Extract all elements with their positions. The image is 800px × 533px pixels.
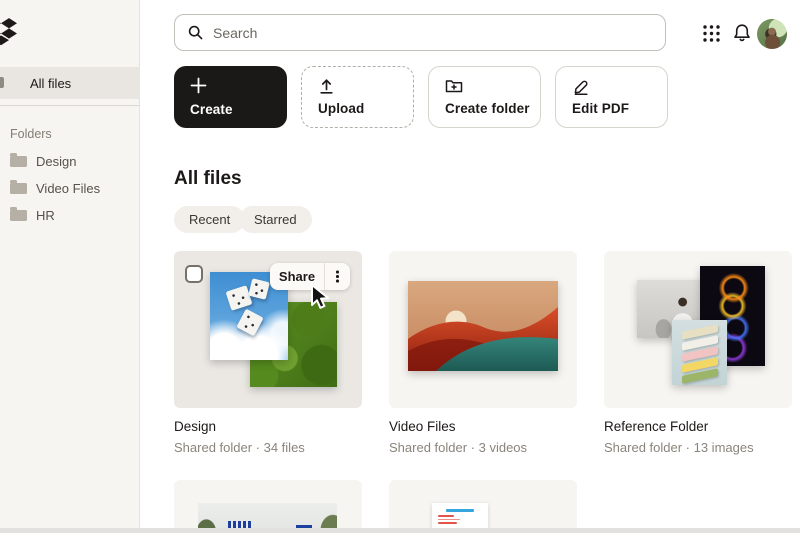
folder-card-partial-document[interactable] [389,480,577,528]
avatar[interactable] [757,19,787,49]
sidebar-item-all-files[interactable]: All files [0,67,140,99]
create-button[interactable]: Create [174,66,287,128]
sidebar-item-label: All files [30,75,72,91]
doc-text-line [438,522,457,524]
folder-icon [10,153,27,167]
card-label-reference-folder: Reference Folder Shared folder · 13 imag… [604,419,792,455]
folder-icon [10,180,27,194]
card-label-video-files: Video Files Shared folder · 3 videos [389,419,577,455]
window-bottom-edge [0,528,800,533]
sidebar-item-design[interactable]: Design [10,151,135,171]
folder-label: Video Files [36,180,101,196]
folder-card-partial-photo[interactable] [174,480,362,528]
sidebar-item-hr[interactable]: HR [10,205,135,225]
card-meta: Shared folder · 34 files [174,440,305,455]
vertical-dots-icon [336,275,339,278]
share-button[interactable]: Share [270,263,324,290]
filter-chip-recent[interactable]: Recent [174,206,246,233]
card-name[interactable]: Design [174,419,362,434]
more-options-button[interactable] [325,263,350,290]
card-meta: Shared folder · 13 images [604,440,754,455]
sidebar: All files Folders Design Video Files HR [0,0,140,533]
create-button-label: Create [190,102,233,117]
thumbnail-building-photo [198,503,337,528]
select-checkbox[interactable] [185,265,203,283]
card-meta: Shared folder · 3 videos [389,440,528,455]
sidebar-divider [0,105,140,106]
die-shape [248,278,270,300]
folder-icon [10,207,27,221]
doc-text-line [438,515,454,517]
thumbnail-abstract-waves-image [408,281,558,371]
card-name[interactable]: Reference Folder [604,419,792,434]
pencil-icon [574,80,588,95]
thumbnail-document-preview [432,503,488,528]
sidebar-item-video-files[interactable]: Video Files [10,178,135,198]
upload-button-label: Upload [318,101,365,116]
edit-pdf-button[interactable]: Edit PDF [555,66,668,128]
folder-card-reference-folder[interactable] [604,251,792,408]
apps-grid-icon[interactable] [702,24,721,43]
dropbox-logo-icon [0,18,17,46]
search-input[interactable] [213,24,633,41]
folder-label: HR [36,207,55,223]
doc-text-line [438,518,460,521]
search-bar[interactable] [174,14,666,51]
die-shape [225,285,253,311]
create-folder-button-label: Create folder [445,101,530,116]
folders-heading: Folders [10,127,52,141]
folder-label: Design [36,153,77,169]
card-name[interactable]: Video Files [389,419,577,434]
hover-actions: Share [270,263,350,290]
edit-pdf-button-label: Edit PDF [572,101,630,116]
dropbox-app-window: All files Folders Design Video Files HR [0,0,800,533]
page-title: All files [174,168,242,189]
folder-plus-icon [445,80,463,93]
filter-chip-starred[interactable]: Starred [239,206,312,233]
folder-card-design[interactable]: Share [174,251,362,408]
doc-title-line [446,509,474,512]
upload-button[interactable]: Upload [301,66,414,128]
folder-icon [0,77,4,88]
folder-card-video-files[interactable] [389,251,577,408]
search-icon [188,25,203,40]
plus-icon [190,77,207,94]
card-label-design: Design Shared folder · 34 files [174,419,362,455]
create-folder-button[interactable]: Create folder [428,66,541,128]
upload-icon [320,79,333,94]
die-shape [236,308,264,337]
thumbnail-pastel-stack-image [672,320,727,385]
bell-icon[interactable] [732,23,752,44]
